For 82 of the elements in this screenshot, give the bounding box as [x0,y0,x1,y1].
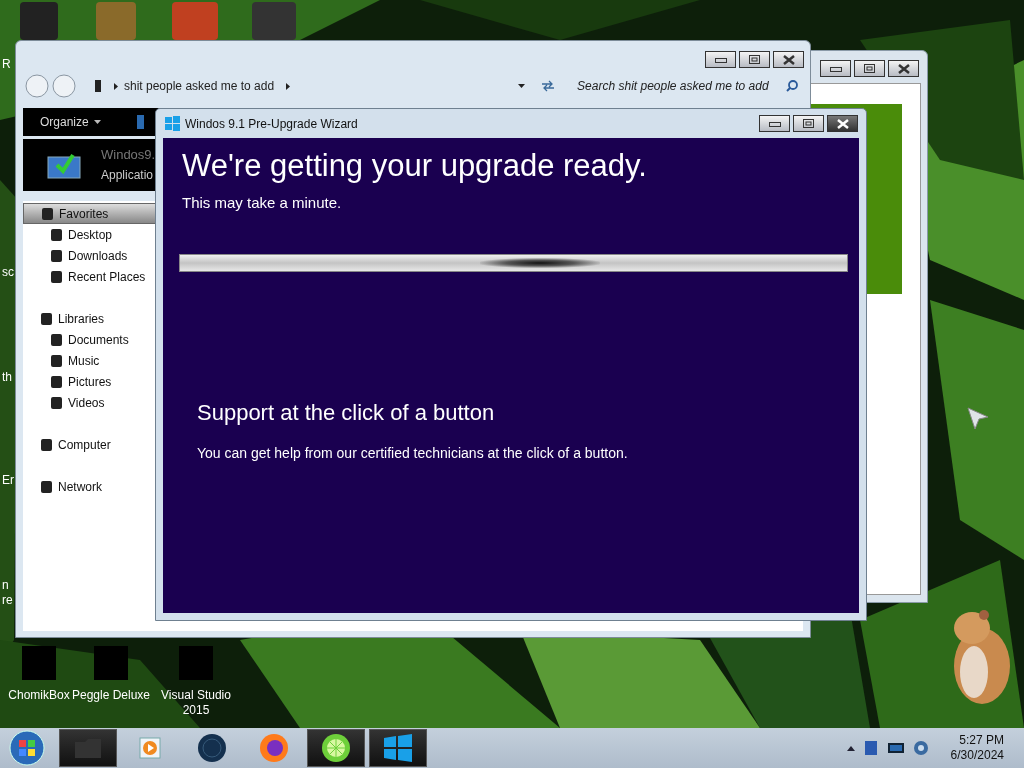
monitor-icon[interactable] [886,741,905,755]
window-title: Windos 9.1 Pre-Upgrade Wizard [185,115,358,133]
sidebar-item[interactable]: Desktop [23,224,157,245]
minimize-button[interactable] [820,60,851,77]
maximize-icon [864,64,875,73]
taskbar-button[interactable] [307,729,365,767]
heading: We're getting your upgrade ready. [182,148,648,184]
maximize-icon [803,119,814,128]
globe-icon [197,733,227,763]
close-icon [897,63,910,74]
icon-label: re [2,594,13,606]
minimize-icon [829,65,842,72]
show-hidden-icons-button[interactable] [846,745,855,751]
sidebar-item[interactable]: Pictures [23,371,157,392]
tile-icon [51,354,62,367]
close-icon [782,54,795,65]
sidebar-item[interactable]: Favorites [23,203,157,224]
toolbar-icon[interactable] [136,115,144,129]
minimize-button[interactable] [705,51,736,68]
sidebar-item[interactable]: Documents [23,329,157,350]
section-text: You can get help from our certified technicians at the click of a button. [197,443,629,463]
tray-icon[interactable] [862,740,879,756]
search-icon[interactable] [786,80,798,92]
lime-icon [321,733,351,763]
start-button[interactable] [7,729,47,767]
icon-label: R [2,58,11,70]
close-button[interactable] [773,51,804,68]
organize-button[interactable]: Organize [40,113,101,131]
close-icon [836,118,849,129]
sidebar-item[interactable]: Network [23,476,157,497]
dropdown-icon[interactable] [518,84,526,88]
subheading: This may take a minute. [182,193,343,213]
file-type: Applicatio [101,167,155,184]
icon-label: sc [2,266,14,278]
minimize-icon [714,56,727,63]
icon-label: Peggle Deluxe [71,688,151,703]
section-title: Support at the click of a button [197,398,496,427]
icon-label: Visual Studio 2015 [160,688,232,718]
breadcrumb-item[interactable]: shit people asked me to add [124,77,275,95]
sidebar-item[interactable]: Videos [23,392,157,413]
windows-logo-icon [383,733,413,763]
search-field[interactable]: Search shit people asked me to add [571,75,804,97]
refresh-icon[interactable] [541,80,556,92]
sidebar-item[interactable]: Music [23,350,157,371]
chevron-icon[interactable] [114,82,118,90]
tile-icon [41,480,52,493]
minimize-icon [768,120,781,127]
minimize-button[interactable] [759,115,790,132]
play-icon [138,736,162,760]
maximize-button[interactable] [793,115,824,132]
tile-icon [51,270,62,283]
maximize-button[interactable] [854,60,885,77]
sidebar-item[interactable]: Computer [23,434,157,455]
installer-icon [47,151,81,179]
sidebar-item[interactable]: Libraries [23,308,157,329]
file-name: Windos9. [101,146,156,164]
tile-icon [51,333,62,346]
tile-icon [51,375,62,388]
icon-label: th [2,371,12,383]
tile-icon [41,312,52,325]
tile-icon [41,438,52,451]
tile-icon [51,228,62,241]
network-icon[interactable] [912,740,929,756]
close-button[interactable] [827,115,858,132]
close-button[interactable] [888,60,919,77]
icon-label: ChomikBox [8,688,70,703]
pointer-icon [967,407,989,431]
maximize-icon [749,55,760,64]
icon-label: n [2,579,9,591]
tile-icon [51,396,62,409]
maximize-button[interactable] [739,51,770,68]
computer-icon [94,79,102,93]
clock[interactable]: 5:27 PM 6/30/2024 [950,733,1004,763]
icon-label: Er [2,474,14,486]
sidebar-item[interactable]: Downloads [23,245,157,266]
tile-icon [51,249,62,262]
taskbar-button[interactable] [369,729,427,767]
tile-icon [42,207,53,220]
sidebar-item[interactable]: Recent Places [23,266,157,287]
folder-icon [73,736,103,760]
chevron-icon[interactable] [286,82,291,90]
windows-logo-icon [165,116,180,131]
